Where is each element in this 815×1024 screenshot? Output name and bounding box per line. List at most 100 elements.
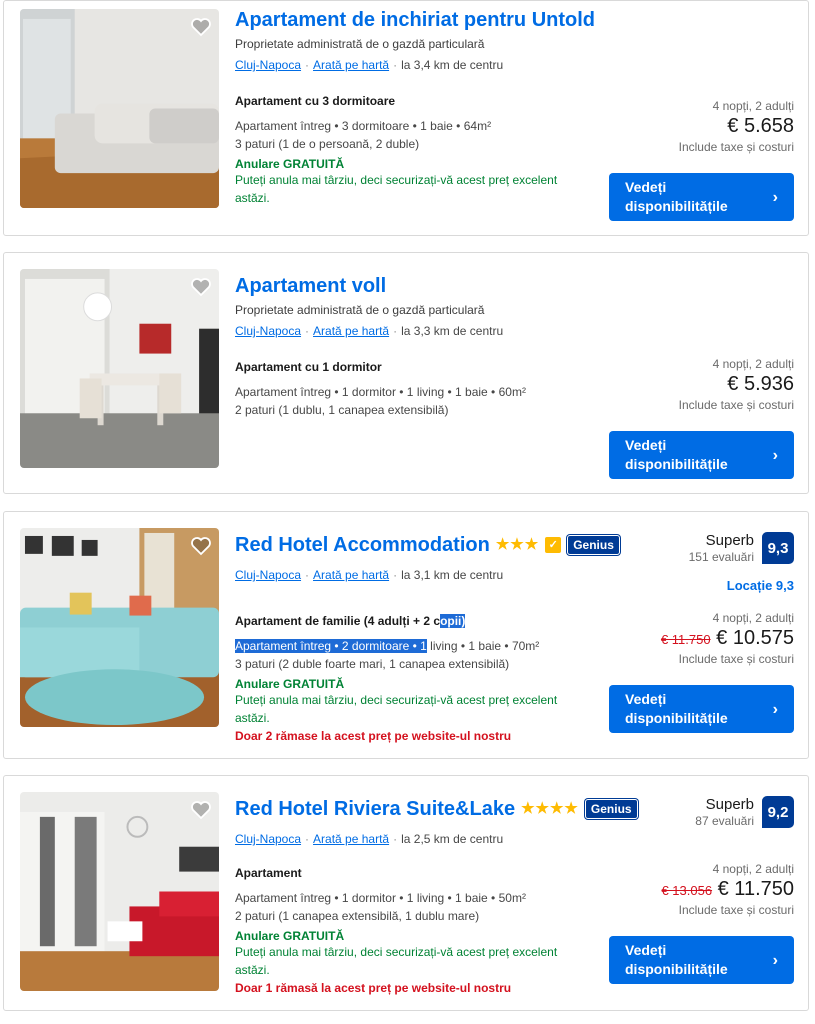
distance-text: la 2,5 km de centru bbox=[401, 832, 504, 846]
stay-length: 4 nopți, 2 adulți bbox=[712, 357, 794, 371]
beds-line: 2 paturi (1 canapea extensibilă, 1 dublu… bbox=[235, 909, 480, 923]
room-details-line: Apartament întreg • 2 dormitoare • 1 liv… bbox=[235, 637, 635, 655]
show-on-map-link[interactable]: Arată pe hartă bbox=[313, 324, 389, 338]
property-title[interactable]: Red Hotel Riviera Suite&Lake ★★★★ Genius bbox=[235, 796, 638, 822]
wishlist-heart-icon[interactable] bbox=[189, 275, 213, 299]
property-photo[interactable] bbox=[20, 528, 219, 727]
chevron-right-icon: › bbox=[772, 446, 778, 464]
property-title[interactable]: Apartament de inchiriat pentru Untold bbox=[235, 7, 625, 33]
see-availability-button[interactable]: Vedeți disponibilitățile › bbox=[609, 685, 794, 733]
room-details-line: Apartament întreg • 1 dormitor • 1 livin… bbox=[235, 891, 526, 905]
stay-length: 4 nopți, 2 adulți bbox=[712, 611, 794, 625]
genius-badge: Genius bbox=[584, 799, 638, 819]
button-label: Vedeți disponibilitățile bbox=[625, 179, 728, 214]
wishlist-heart-icon[interactable] bbox=[189, 798, 213, 822]
review-count: 87 evaluări bbox=[695, 814, 754, 828]
see-availability-button[interactable]: Vedeți disponibilitățile › bbox=[609, 936, 794, 984]
scarcity-message: Doar 2 rămase la acest preț pe website-u… bbox=[235, 729, 512, 743]
room-type-selected-text: opii) bbox=[440, 614, 466, 628]
show-on-map-link[interactable]: Arată pe hartă bbox=[313, 568, 389, 582]
review-score[interactable]: Superb 87 evaluări 9,2 bbox=[695, 796, 794, 828]
separator-dot: · bbox=[393, 832, 398, 846]
property-title-text[interactable]: Red Hotel Riviera Suite&Lake bbox=[235, 796, 515, 822]
original-price: € 11.750 bbox=[660, 632, 711, 647]
city-link[interactable]: Cluj-Napoca bbox=[235, 58, 301, 72]
score-badge: 9,2 bbox=[762, 796, 794, 828]
beds-line: 2 paturi (1 dublu, 1 canapea extensibilă… bbox=[235, 403, 449, 417]
price: € 13.056 € 11.750 bbox=[661, 878, 794, 901]
distance-text: la 3,4 km de centru bbox=[401, 58, 504, 72]
room-details: Apartament întreg • 1 dormitor • 1 livin… bbox=[235, 889, 635, 925]
taxes-note: Include taxe și costuri bbox=[678, 140, 794, 154]
city-link[interactable]: Cluj-Napoca bbox=[235, 324, 301, 338]
price: € 5.658 bbox=[727, 115, 794, 137]
separator-dot: · bbox=[305, 58, 310, 72]
separator-dot: · bbox=[305, 832, 310, 846]
see-availability-button[interactable]: Vedeți disponibilitățile › bbox=[609, 173, 794, 221]
review-score[interactable]: Superb 151 evaluări 9,3 bbox=[689, 532, 794, 564]
scarcity-message: Doar 1 rămasă la acest preț pe website-u… bbox=[235, 981, 512, 995]
review-label: Superb bbox=[705, 532, 754, 549]
see-availability-button[interactable]: Vedeți disponibilitățile › bbox=[609, 431, 794, 479]
price-block: 4 nopți, 2 adulți € 11.750 € 10.575 Incl… bbox=[661, 611, 794, 666]
property-photo[interactable] bbox=[20, 9, 219, 208]
location-line: Cluj-Napoca · Arată pe hartă · la 3,1 km de … bbox=[235, 568, 635, 582]
location-line: Cluj-Napoca · Arată pe hartă · la 3,3 km de … bbox=[235, 324, 625, 338]
price: € 5.936 bbox=[727, 373, 794, 395]
room-type-text: Apartament de familie (4 adulți + 2 c bbox=[235, 614, 441, 628]
property-title[interactable]: Apartament voll bbox=[235, 273, 625, 299]
property-title-text[interactable]: Apartament de inchiriat pentru Untold bbox=[235, 7, 595, 33]
button-label: Vedeți disponibilitățile bbox=[625, 942, 728, 977]
room-type: Apartament cu 3 dormitoare bbox=[235, 94, 396, 108]
distance-text: la 3,1 km de centru bbox=[401, 568, 504, 582]
stay-length: 4 nopți, 2 adulți bbox=[712, 99, 794, 113]
review-summary: Superb 151 evaluări bbox=[689, 532, 754, 564]
chevron-right-icon: › bbox=[772, 951, 778, 969]
show-on-map-link[interactable]: Arată pe hartă bbox=[313, 58, 389, 72]
taxes-note: Include taxe și costuri bbox=[678, 652, 794, 666]
beds-line: 3 paturi (1 de o persoană, 2 duble) bbox=[235, 137, 420, 151]
location-line: Cluj-Napoca · Arată pe hartă · la 3,4 km de … bbox=[235, 58, 625, 72]
room-details-line: Apartament întreg • 1 dormitor • 1 livin… bbox=[235, 385, 526, 399]
beds-line: 3 paturi (2 duble foarte mari, 1 canapea… bbox=[235, 657, 510, 671]
room-details: Apartament întreg • 1 dormitor • 1 livin… bbox=[235, 383, 625, 419]
property-title-text[interactable]: Red Hotel Accommodation bbox=[235, 532, 490, 558]
property-card: Red Hotel Riviera Suite&Lake ★★★★ Genius… bbox=[3, 775, 809, 1011]
free-cancellation: Anulare GRATUITĂ bbox=[235, 929, 345, 943]
room-type: Apartament de familie (4 adulți + 2 copi… bbox=[235, 614, 635, 628]
property-info: Apartament de inchiriat pentru Untold Pr… bbox=[235, 7, 625, 207]
stay-length: 4 nopți, 2 adulți bbox=[712, 862, 794, 876]
city-link[interactable]: Cluj-Napoca bbox=[235, 832, 301, 846]
score-badge: 9,3 bbox=[762, 532, 794, 564]
cancellation-note: Puteți anula mai târziu, deci securizați… bbox=[235, 693, 558, 725]
city-link[interactable]: Cluj-Napoca bbox=[235, 568, 301, 582]
price-block: 4 nopți, 2 adulți € 5.936 Include taxe ș… bbox=[679, 357, 794, 412]
show-on-map-link[interactable]: Arată pe hartă bbox=[313, 832, 389, 846]
wishlist-heart-icon[interactable] bbox=[189, 15, 213, 39]
price-block: 4 nopți, 2 adulți € 13.056 € 11.750 Incl… bbox=[661, 862, 794, 917]
separator-dot: · bbox=[305, 324, 310, 338]
room-details-text: living • 1 baie • 70m² bbox=[426, 639, 540, 653]
room-type: Apartament bbox=[235, 866, 302, 880]
star-rating-icon: ★★★ bbox=[495, 536, 540, 553]
price-block: 4 nopți, 2 adulți € 5.658 Include taxe ș… bbox=[679, 99, 794, 154]
property-title-text[interactable]: Apartament voll bbox=[235, 273, 386, 299]
original-price: € 13.056 bbox=[661, 883, 713, 898]
property-card: Apartament de inchiriat pentru Untold Pr… bbox=[3, 0, 809, 236]
property-photo[interactable] bbox=[20, 792, 219, 991]
free-cancellation: Anulare GRATUITĂ bbox=[235, 157, 345, 171]
distance-text: la 3,3 km de centru bbox=[401, 324, 504, 338]
price: € 11.750 € 10.575 bbox=[661, 627, 794, 650]
taxes-note: Include taxe și costuri bbox=[678, 903, 794, 917]
room-details-line: Apartament întreg • 3 dormitoare • 1 bai… bbox=[235, 119, 492, 133]
chevron-right-icon: › bbox=[772, 188, 778, 206]
free-cancellation: Anulare GRATUITĂ bbox=[235, 677, 345, 691]
location-score: Locație 9,3 bbox=[726, 578, 794, 593]
wishlist-heart-icon[interactable] bbox=[189, 534, 213, 558]
host-type: Proprietate administrată de o gazdă part… bbox=[235, 303, 485, 317]
review-summary: Superb 87 evaluări bbox=[695, 796, 754, 828]
property-photo[interactable] bbox=[20, 269, 219, 468]
property-card: Red Hotel Accommodation ★★★ ✓ Genius Clu… bbox=[3, 511, 809, 759]
property-title[interactable]: Red Hotel Accommodation ★★★ ✓ Genius bbox=[235, 532, 635, 558]
separator-dot: · bbox=[393, 58, 398, 72]
